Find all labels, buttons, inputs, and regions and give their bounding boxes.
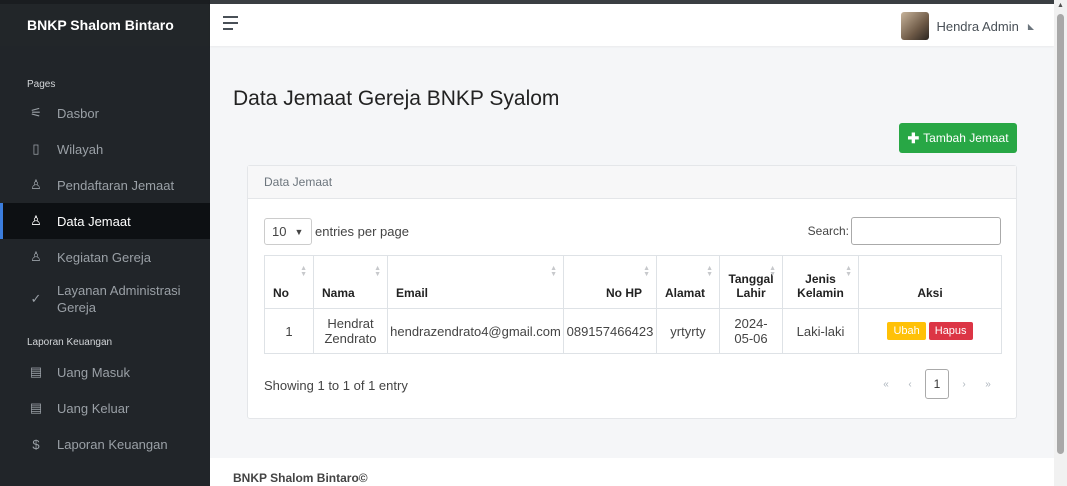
card-title: Data Jemaat: [248, 166, 1016, 199]
table-row: 1 Hendrat Zendrato hendrazendrato4@gmail…: [264, 308, 1002, 354]
pagination: « ‹ 1 › »: [874, 369, 1000, 399]
sort-icon: ▲ ▼: [769, 265, 776, 278]
brand-title[interactable]: BNKP Shalom Bintaro: [0, 0, 210, 46]
sort-icon: ▲ ▼: [643, 265, 650, 278]
sidebar-item-kegiatan-gereja[interactable]: ♙ Kegiatan Gereja: [0, 239, 210, 275]
cell-alamat: yrtyrty: [656, 308, 720, 354]
last-page-button[interactable]: »: [976, 379, 1000, 390]
column-header-nama[interactable]: Nama ▲ ▼: [313, 255, 388, 309]
prev-page-button[interactable]: ‹: [898, 379, 922, 390]
sidebar-item-uang-masuk[interactable]: ▤ Uang Masuk: [0, 354, 210, 390]
sidebar-item-label: Data Jemaat: [57, 213, 131, 229]
sidebar-item-wilayah[interactable]: ▯ Wilayah: [0, 131, 210, 167]
user-icon: ♙: [30, 213, 42, 228]
map-icon: ▯: [32, 141, 40, 156]
avatar[interactable]: [901, 12, 930, 40]
sort-icon: ▲ ▼: [845, 265, 852, 278]
sidebar-item-label: Dasbor: [57, 105, 99, 121]
first-page-button[interactable]: «: [874, 379, 898, 390]
delete-button[interactable]: Hapus: [928, 322, 973, 340]
sidebar-item-pendaftaran-jemaat[interactable]: ♙ Pendaftaran Jemaat: [0, 167, 210, 203]
plus-icon: ✚: [907, 129, 920, 146]
topbar: Hendra Admin ◣: [210, 0, 1054, 46]
entries-label: entries per page: [315, 224, 409, 239]
sidebar-item-label: Uang Keluar: [57, 400, 130, 416]
page-title: Data Jemaat Gereja BNKP Syalom: [233, 87, 560, 110]
column-header-alamat[interactable]: Alamat ▲ ▼: [656, 255, 720, 309]
sidebar-item-dasbor[interactable]: ⚟ Dasbor: [0, 95, 210, 131]
entries-select[interactable]: 10 ▼: [264, 218, 312, 245]
column-header-tanggal-lahir[interactable]: Tanggal Lahir ▲ ▼: [719, 255, 783, 309]
sort-icon: ▲ ▼: [706, 265, 713, 278]
sort-icon: ▲ ▼: [550, 265, 557, 278]
user-check-icon: ♙: [30, 177, 42, 192]
search-label: Search:: [807, 224, 849, 238]
sidebar-item-label: Layanan Administrasi Gereja: [57, 283, 181, 315]
user-icon: ♙: [30, 249, 42, 264]
sidebar-item-layanan-administrasi[interactable]: ✓ Layanan Administrasi Gereja: [0, 275, 210, 323]
edit-button[interactable]: Ubah: [887, 322, 926, 340]
sliders-icon: ⚟: [30, 105, 42, 120]
hamburger-menu-icon[interactable]: [223, 16, 238, 34]
cell-jenis-kelamin: Laki-laki: [782, 308, 859, 354]
sidebar-item-uang-keluar[interactable]: ▤ Uang Keluar: [0, 390, 210, 426]
cell-no-hp: 089157466423: [563, 308, 657, 354]
sidebar: BNKP Shalom Bintaro Pages ⚟ Dasbor ▯ Wil…: [0, 0, 210, 486]
dollar-icon: $: [32, 436, 40, 452]
entries-value: 10: [272, 224, 287, 239]
chevron-down-icon[interactable]: ◣: [1028, 22, 1034, 31]
sort-icon: ▲ ▼: [374, 265, 381, 278]
showing-info: Showing 1 to 1 of 1 entry: [264, 378, 408, 393]
cell-aksi: Ubah Hapus: [858, 308, 1002, 354]
sidebar-item-label: Kegiatan Gereja: [57, 249, 151, 265]
cell-tanggal-lahir: 2024-05-06: [719, 308, 783, 354]
cell-no: 1: [264, 308, 314, 354]
user-name[interactable]: Hendra Admin: [936, 19, 1018, 34]
search-control: Search:: [808, 217, 1001, 245]
sidebar-item-label: Pendaftaran Jemaat: [57, 177, 175, 193]
column-header-no[interactable]: No ▲ ▼: [264, 255, 314, 309]
user-menu[interactable]: Hendra Admin ◣: [901, 12, 1034, 40]
chevron-down-icon: ▼: [294, 226, 304, 237]
add-jemaat-button[interactable]: ✚ Tambah Jemaat: [899, 123, 1017, 153]
cell-nama: Hendrat Zendrato: [313, 308, 388, 354]
entries-control: 10 ▼ entries per page: [264, 218, 409, 245]
jemaat-table: No ▲ ▼ Nama ▲ ▼ Email ▲ ▼ No HP ▲ ▼ Alamat ▲ ▼ Tan…: [264, 255, 1002, 354]
sidebar-item-data-jemaat[interactable]: ♙ Data Jemaat: [0, 203, 210, 239]
layout-icon: ▤: [29, 400, 43, 415]
scroll-up-icon[interactable]: ▲: [1057, 2, 1064, 9]
sidebar-item-laporan-keuangan[interactable]: $ Laporan Keuangan: [0, 426, 210, 462]
sort-icon: ▲ ▼: [300, 265, 307, 278]
column-header-aksi: Aksi: [858, 255, 1002, 309]
sidebar-item-label: Wilayah: [57, 141, 104, 157]
scrollbar-thumb[interactable]: [1057, 14, 1064, 454]
column-header-no-hp[interactable]: No HP ▲ ▼: [563, 255, 657, 309]
sidebar-heading-pages: Pages: [27, 79, 56, 90]
cell-email: hendrazendrato4@gmail.com: [387, 308, 564, 354]
search-input[interactable]: [851, 217, 1001, 245]
sidebar-item-label: Laporan Keuangan: [57, 436, 168, 452]
check-circle-icon: ✓: [30, 291, 42, 306]
add-jemaat-label: Tambah Jemaat: [923, 131, 1009, 145]
sidebar-item-label: Uang Masuk: [57, 364, 130, 380]
layout-icon: ▤: [29, 364, 43, 379]
column-header-jenis-kelamin[interactable]: Jenis Kelamin ▲ ▼: [782, 255, 859, 309]
column-header-email[interactable]: Email ▲ ▼: [387, 255, 564, 309]
next-page-button[interactable]: ›: [952, 379, 976, 390]
footer-text: BNKP Shalom Bintaro©: [210, 458, 1054, 486]
sidebar-heading-finance: Laporan Keuangan: [27, 337, 113, 348]
data-card: Data Jemaat 10 ▼ entries per page Search…: [247, 165, 1017, 419]
page-1-button[interactable]: 1: [925, 369, 949, 399]
vertical-scrollbar[interactable]: ▲: [1054, 0, 1067, 486]
